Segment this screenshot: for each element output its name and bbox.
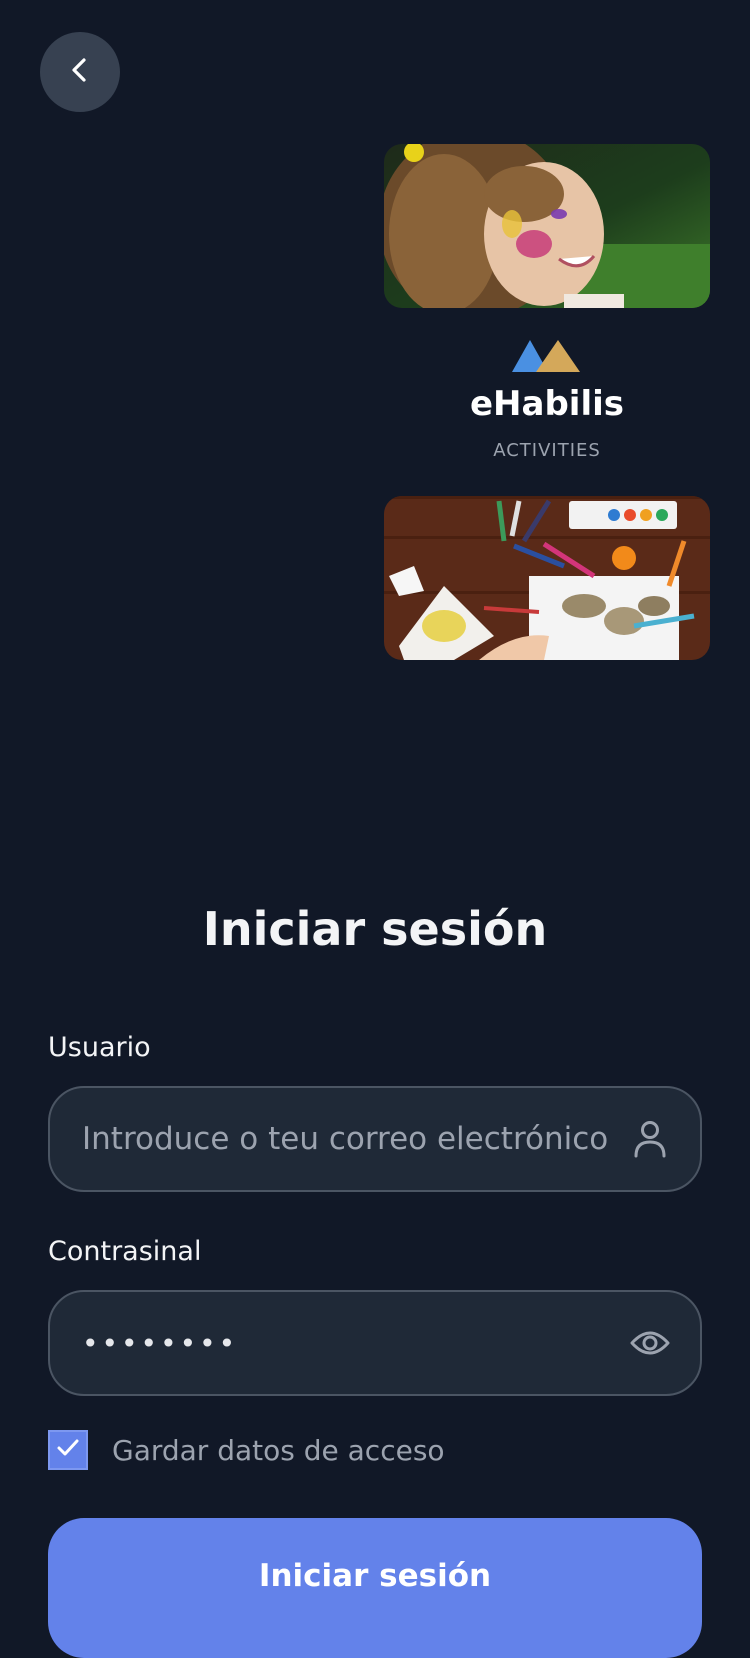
remember-label: Gardar datos de acceso [112, 1433, 445, 1467]
art-supplies-photo [384, 496, 710, 660]
remember-checkbox[interactable] [48, 1430, 88, 1470]
login-title: Iniciar sesión [202, 902, 548, 956]
user-icon [630, 1119, 670, 1159]
eye-icon[interactable] [630, 1323, 670, 1363]
checkmark-icon [56, 1438, 80, 1463]
username-field[interactable] [48, 1086, 702, 1192]
brand-subtitle: ACTIVITIES [493, 440, 601, 461]
username-label: Usuario [48, 1032, 151, 1063]
chevron-left-icon [65, 55, 95, 90]
back-button[interactable] [40, 32, 120, 112]
child-painted-face-photo [384, 144, 710, 308]
password-label: Contrasinal [48, 1236, 202, 1267]
password-input[interactable] [82, 1326, 618, 1360]
remember-me[interactable]: Gardar datos de acceso [48, 1430, 445, 1470]
username-input[interactable] [82, 1121, 618, 1157]
logo-triangle-gold [536, 340, 580, 372]
brand-name: eHabilis [470, 384, 624, 424]
password-field[interactable] [48, 1290, 702, 1396]
login-submit-button[interactable]: Iniciar sesión [48, 1518, 702, 1658]
ehabilis-logo-icon [512, 340, 580, 377]
